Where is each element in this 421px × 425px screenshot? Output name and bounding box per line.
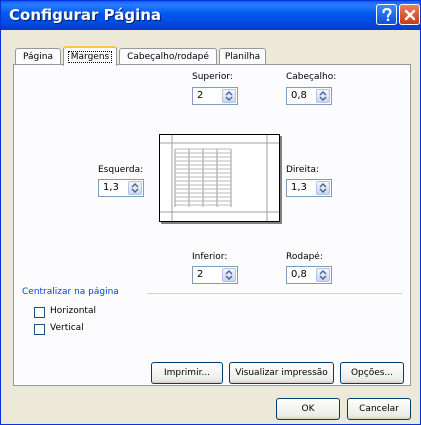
tab-margens[interactable]: Margens [63,46,117,66]
top-margin-spinner[interactable]: 2 [192,87,238,105]
close-icon [404,9,415,20]
tab-cabecalho-rodape[interactable]: Cabeçalho/rodapé [119,48,217,64]
cancel-button[interactable]: Cancelar [347,398,411,420]
tab-pagina[interactable]: Página [15,48,61,64]
margin-guides [160,135,279,221]
ok-button[interactable]: OK [276,398,340,420]
spin-arrows-icon[interactable] [316,268,330,282]
print-button-label: Imprimir... [163,368,211,378]
tab-label: Margens [67,51,113,63]
question-mark-icon [381,7,392,21]
options-button-label: Opções... [350,368,394,378]
dialog-title: Configurar Página [9,6,162,24]
horizontal-label[interactable]: Horizontal [50,306,96,316]
margins-tab-panel: Superior: 2 Cabeçalho: 0,8 Esquerda: 1,3 [13,64,411,386]
footer-margin-label: Rodapé: [286,252,323,262]
horizontal-checkbox[interactable] [34,307,45,318]
right-margin-value[interactable]: 1,3 [291,182,307,193]
cancel-button-label: Cancelar [359,404,399,414]
center-section-label: Centralizar na página [22,287,119,297]
right-margin-spinner[interactable]: 1,3 [286,179,332,197]
left-margin-value[interactable]: 1,3 [103,182,119,193]
left-margin-label: Esquerda: [98,165,144,175]
print-button[interactable]: Imprimir... [151,362,223,384]
spin-arrows-icon[interactable] [222,89,236,103]
spin-arrows-icon[interactable] [222,268,236,282]
left-margin-spinner[interactable]: 1,3 [98,179,144,197]
top-margin-value[interactable]: 2 [197,90,203,101]
tab-label: Planilha [224,51,261,62]
help-button[interactable] [376,4,397,25]
print-preview-button-label: Visualizar impressão [235,368,328,378]
title-bar[interactable]: Configurar Página [1,1,420,30]
footer-margin-value[interactable]: 0,8 [291,269,307,280]
footer-margin-spinner[interactable]: 0,8 [286,266,332,284]
tab-label: Cabeçalho/rodapé [127,51,209,62]
header-margin-spinner[interactable]: 0,8 [286,87,332,105]
spin-arrows-icon[interactable] [128,181,142,195]
section-divider [147,293,402,294]
page-preview [159,134,280,222]
bottom-margin-spinner[interactable]: 2 [192,266,238,284]
close-button[interactable] [399,4,420,25]
bottom-margin-value[interactable]: 2 [197,269,203,280]
page-setup-dialog: Configurar Página Página Margens Cabeçal… [0,0,421,425]
header-margin-label: Cabeçalho: [286,72,337,82]
options-button[interactable]: Opções... [340,362,404,384]
header-margin-value[interactable]: 0,8 [291,90,307,101]
print-preview-button[interactable]: Visualizar impressão [229,362,334,384]
spin-arrows-icon[interactable] [316,181,330,195]
tab-label: Página [23,51,53,62]
right-margin-label: Direita: [286,165,320,175]
bottom-margin-label: Inferior: [192,252,228,262]
ok-button-label: OK [301,404,315,414]
tab-planilha[interactable]: Planilha [219,48,266,64]
vertical-checkbox[interactable] [34,324,45,335]
vertical-label[interactable]: Vertical [50,323,84,333]
top-margin-label: Superior: [192,72,233,82]
spin-arrows-icon[interactable] [316,89,330,103]
